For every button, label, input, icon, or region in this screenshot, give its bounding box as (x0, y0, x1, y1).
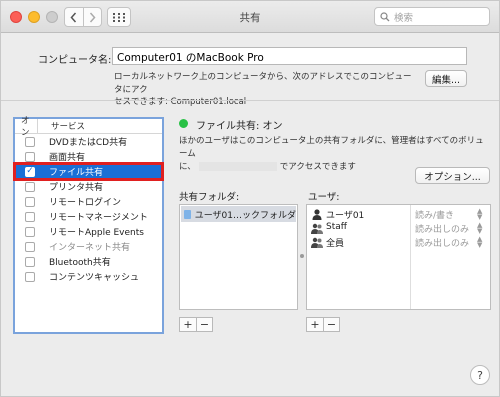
user-name: Staff (326, 222, 347, 232)
shared-folders-label: 共有フォルダ: (179, 192, 240, 203)
options-button[interactable]: オプション... (415, 167, 490, 184)
add-user-button[interactable]: + (307, 318, 323, 331)
local-address-note-line1: ローカルネットワーク上のコンピュータから、次のアドレスでこのコンピュータにアク (114, 72, 412, 95)
title-bar: 共有 検索 (1, 1, 499, 33)
service-list: オン サービス DVDまたはCD共有 画面共有 ✓ ファイル共有 プリンタ共有リモートロ… (13, 116, 164, 334)
sharing-description-line1: ほかのユーザはこのコンピュータ上の共有フォルダに、管理者はすべてのボリューム (179, 136, 484, 159)
service-label: プリンタ共有 (49, 183, 104, 193)
service-row[interactable]: インターネット共有 (15, 239, 162, 254)
sharing-description-suffix: でアクセスできます (279, 162, 356, 172)
service-label: コンテンツキャッシュ (49, 273, 140, 283)
group-icon (311, 222, 323, 234)
permission-stepper-icon[interactable]: ▲ ▼ (477, 236, 482, 249)
service-row[interactable]: プリンタ共有 (15, 179, 162, 194)
sharing-preferences-window: 共有 検索 コンピュータ名: Computer01 のMacBook Pro ロ… (0, 0, 500, 397)
service-label: リモートマネージメント (49, 213, 148, 223)
service-label: 画面共有 (49, 153, 86, 163)
redacted-address (198, 162, 277, 171)
users-list: ユーザ01 読み/書き ▲ ▼ Staff 読み出しのみ ▲ ▼ 全員 読み出しのみ ▲ ▼ (306, 204, 491, 310)
column-header-on: オン (21, 116, 30, 138)
service-checkbox[interactable] (25, 226, 35, 237)
user-name: 全員 (326, 239, 345, 249)
user-permission[interactable]: 読み/書き (415, 208, 454, 221)
edit-button[interactable]: 編集... (425, 70, 467, 87)
group-icon (311, 236, 323, 248)
service-label: リモートApple Events (49, 228, 144, 238)
section-divider (1, 100, 499, 101)
permission-stepper-icon[interactable]: ▲ ▼ (477, 222, 482, 235)
split-view-handle[interactable] (300, 254, 304, 258)
service-row[interactable]: リモートログイン (15, 194, 162, 209)
user-permission[interactable]: 読み出しのみ (415, 236, 469, 249)
user-row[interactable]: Staff 読み出しのみ ▲ ▼ (307, 221, 490, 235)
service-checkbox[interactable] (25, 151, 35, 162)
service-label: ファイル共有 (49, 168, 104, 178)
column-header-service: サービス (37, 119, 85, 133)
service-row[interactable]: 画面共有 (15, 149, 162, 164)
service-row[interactable]: コンテンツキャッシュ (15, 269, 162, 284)
search-icon (380, 11, 390, 22)
service-row[interactable]: リモートApple Events (15, 224, 162, 239)
shared-folder-name: ユーザ01…ックフォルダ (194, 210, 296, 221)
status-on-indicator (179, 119, 188, 128)
computer-name-field[interactable]: Computer01 のMacBook Pro (112, 47, 467, 65)
service-label: リモートログイン (49, 198, 122, 208)
service-row[interactable]: ✓ ファイル共有 (13, 162, 164, 181)
user-add-remove: + − (306, 317, 340, 332)
service-checkbox[interactable] (25, 196, 35, 207)
user-name: ユーザ01 (326, 211, 365, 221)
service-label: Bluetooth共有 (49, 258, 111, 268)
service-row[interactable]: Bluetooth共有 (15, 254, 162, 269)
single-user-icon (311, 208, 323, 220)
service-row[interactable]: リモートマネージメント (15, 209, 162, 224)
service-checkbox[interactable] (25, 136, 35, 147)
service-checkbox[interactable]: ✓ (25, 166, 35, 177)
remove-user-button[interactable]: − (323, 318, 339, 331)
shared-folders-list: ユーザ01…ックフォルダ (179, 204, 298, 310)
shared-folder-item[interactable]: ユーザ01…ックフォルダ (181, 206, 296, 222)
permission-stepper-icon[interactable]: ▲ ▼ (477, 208, 482, 221)
service-rows: DVDまたはCD共有 画面共有 ✓ ファイル共有 プリンタ共有リモートログインリモートマ… (13, 134, 164, 284)
folder-icon (184, 209, 191, 219)
service-label: DVDまたはCD共有 (49, 138, 128, 148)
service-checkbox[interactable] (25, 211, 35, 222)
users-label: ユーザ: (308, 192, 340, 203)
service-label: インターネット共有 (49, 243, 131, 253)
folder-add-remove: + − (179, 317, 213, 332)
computer-name-label: コンピュータ名: (38, 55, 112, 66)
sharing-description-prefix: に、 (179, 162, 196, 172)
add-folder-button[interactable]: + (180, 318, 196, 331)
file-sharing-status: ファイル共有: オン (196, 121, 283, 132)
user-permission[interactable]: 読み出しのみ (415, 222, 469, 235)
service-checkbox[interactable] (25, 271, 35, 282)
remove-folder-button[interactable]: − (196, 318, 212, 331)
user-row[interactable]: 全員 読み出しのみ ▲ ▼ (307, 235, 490, 249)
search-field[interactable]: 検索 (374, 7, 490, 26)
service-checkbox[interactable] (25, 181, 35, 192)
service-checkbox[interactable] (25, 241, 35, 252)
local-address-note: ローカルネットワーク上のコンピュータから、次のアドレスでこのコンピュータにアク … (114, 71, 414, 109)
user-row[interactable]: ユーザ01 読み/書き ▲ ▼ (307, 207, 490, 221)
local-address-note-line2: セスできます: Computer01.local (114, 97, 247, 107)
service-list-header: オン サービス (15, 116, 162, 138)
search-placeholder: 検索 (394, 12, 414, 24)
service-row[interactable]: DVDまたはCD共有 (15, 134, 162, 149)
help-button[interactable]: ? (470, 365, 490, 385)
service-checkbox[interactable] (25, 256, 35, 267)
